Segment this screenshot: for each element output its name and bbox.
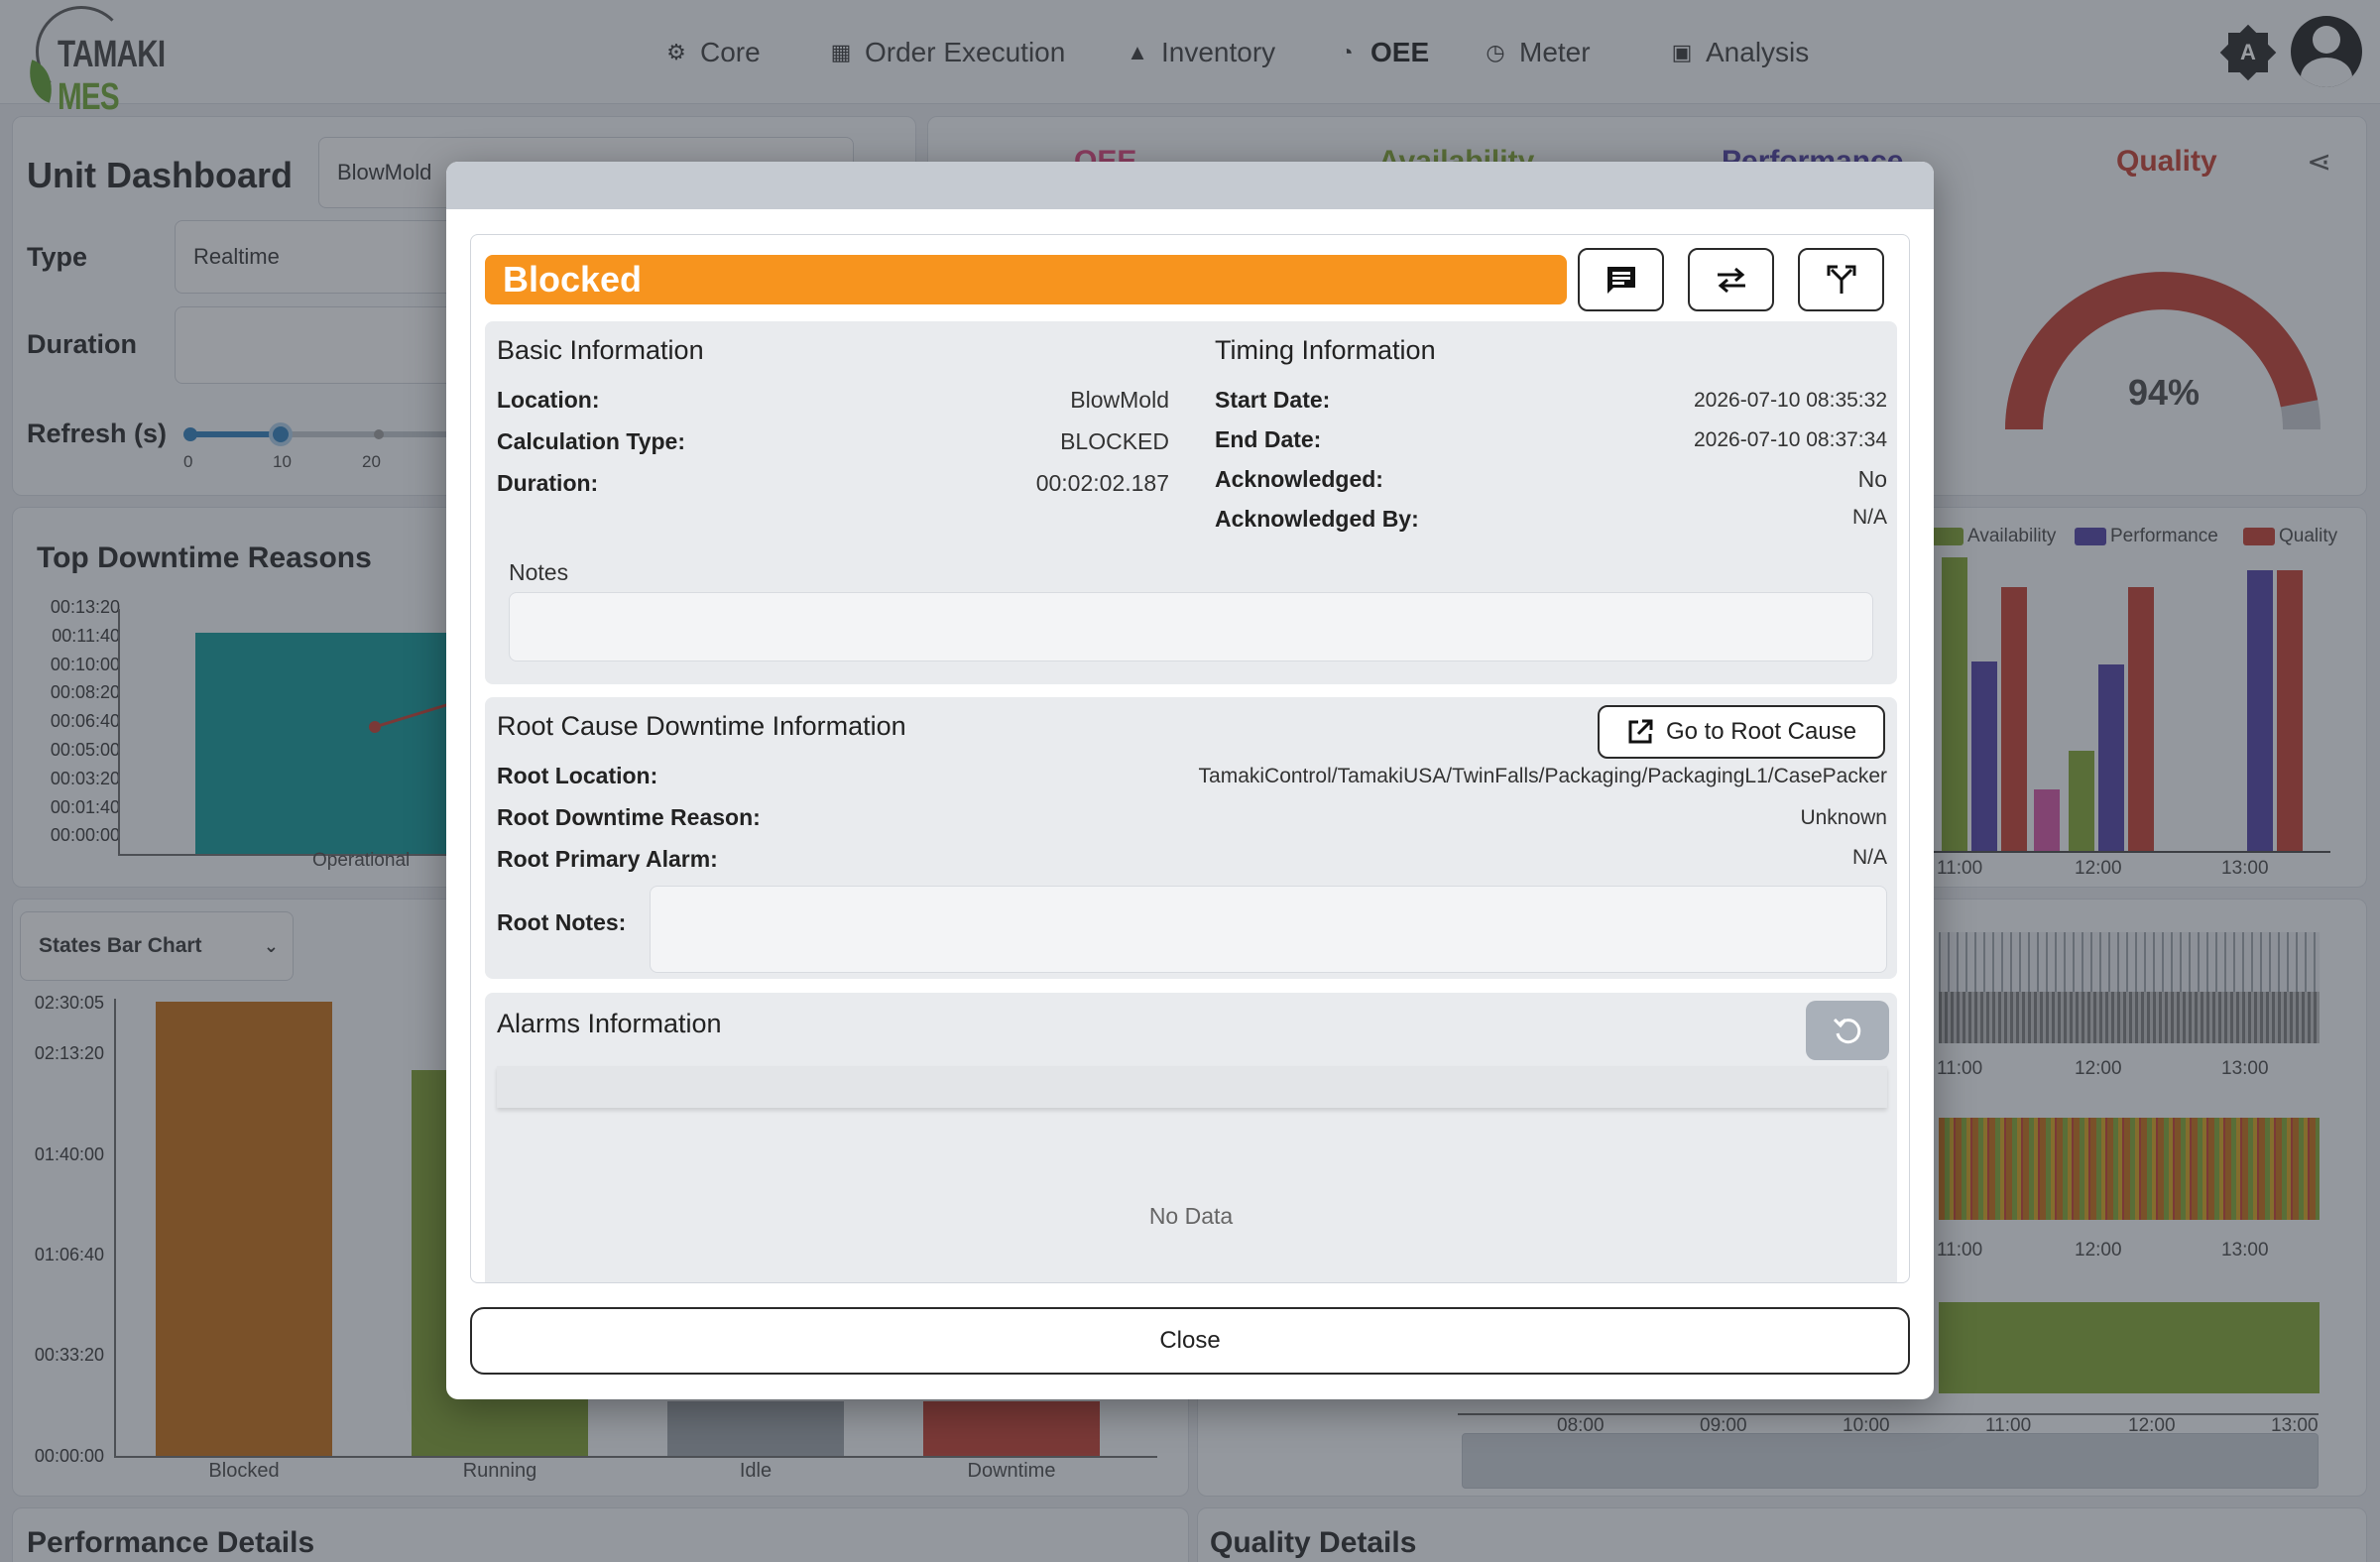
comment-icon (1606, 267, 1635, 294)
go-to-root-cause-button[interactable]: Go to Root Cause (1598, 705, 1885, 759)
basic-timing-section: Basic Information Location: BlowMold Cal… (485, 321, 1897, 684)
swap-icon (1717, 267, 1745, 294)
close-button[interactable]: Close (470, 1307, 1910, 1375)
location-value: BlowMold (1070, 387, 1169, 413)
duration-value: 00:02:02.187 (1035, 470, 1169, 496)
root-notes-textarea[interactable] (650, 886, 1887, 973)
dialog-header (446, 162, 1934, 209)
alarms-title: Alarms Information (497, 1009, 722, 1038)
dialog-body: Blocked Basic Information Location: Blow… (470, 234, 1910, 1283)
root-primary-alarm-value: N/A (1851, 846, 1887, 869)
alarms-table-header (497, 1066, 1887, 1108)
timing-info-title: Timing Information (1215, 335, 1436, 365)
basic-info-title: Basic Information (497, 335, 704, 365)
refresh-icon (1833, 1018, 1861, 1044)
refresh-alarms-button[interactable] (1806, 1001, 1889, 1060)
end-date-value: 2026-07-10 08:37:34 (1694, 428, 1887, 451)
calculation-type-value: BLOCKED (1060, 428, 1169, 454)
root-notes-label: Root Notes: (497, 909, 627, 935)
acknowledged-value: No (1857, 466, 1887, 492)
state-banner: Blocked (485, 255, 1567, 304)
add-comment-button[interactable] (1578, 248, 1664, 311)
change-state-button[interactable] (1688, 248, 1774, 311)
split-event-button[interactable] (1798, 248, 1884, 311)
acknowledged-by-value: N/A (1851, 506, 1887, 529)
external-link-icon (1628, 719, 1653, 744)
root-cause-section: Root Cause Downtime Information Go to Ro… (485, 697, 1897, 979)
root-cause-title: Root Cause Downtime Information (497, 711, 906, 741)
root-location-value: TamakiControl/TamakiUSA/TwinFalls/Packag… (1198, 765, 1887, 787)
alarms-empty-text: No Data (1148, 1203, 1234, 1229)
notes-label: Notes (509, 559, 569, 585)
state-details-dialog: Blocked Basic Information Location: Blow… (446, 162, 1934, 1399)
split-icon (1827, 265, 1855, 294)
notes-textarea[interactable] (509, 592, 1873, 661)
root-downtime-reason-value: Unknown (1800, 806, 1887, 829)
alarms-section: Alarms Information No Data (485, 993, 1897, 1282)
start-date-value: 2026-07-10 08:35:32 (1694, 389, 1887, 412)
